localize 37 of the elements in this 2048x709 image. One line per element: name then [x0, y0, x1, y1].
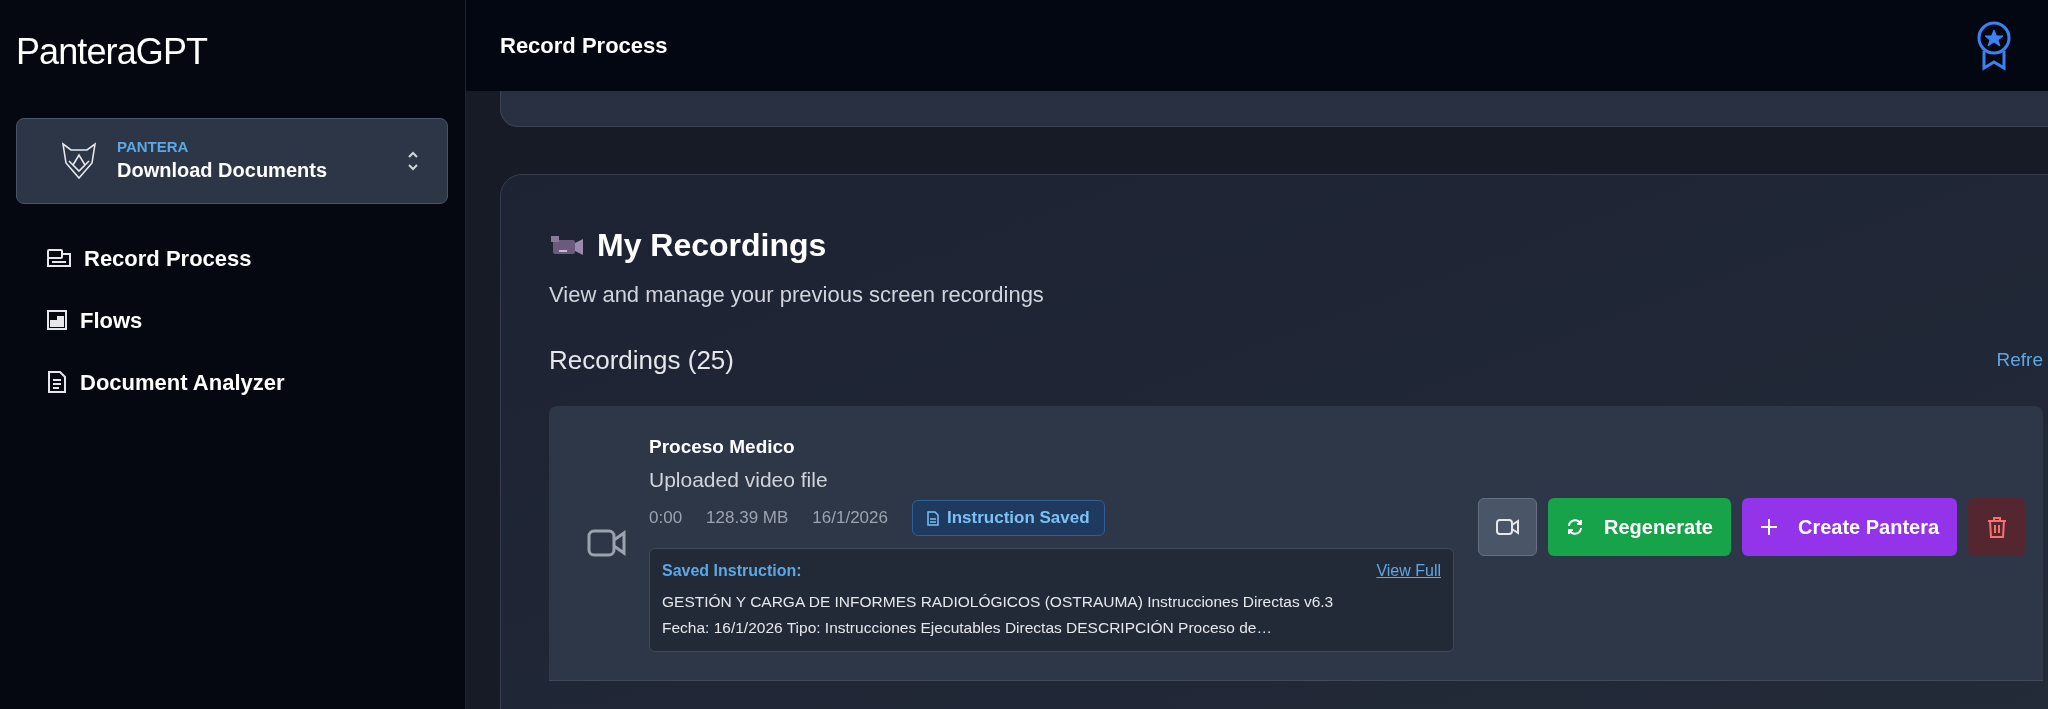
status-badge: Instruction Saved	[911, 500, 1105, 536]
fox-icon	[61, 141, 97, 181]
refresh-link[interactable]: Refre	[1996, 346, 2043, 375]
layout-icon	[46, 309, 68, 331]
file-icon	[926, 510, 939, 526]
section-subtitle: View and manage your previous screen recordings	[549, 281, 1045, 309]
view-full-link[interactable]: View Full	[1376, 559, 1441, 583]
keyboard-icon	[46, 247, 72, 269]
recording-name: Proceso Medico	[649, 435, 796, 459]
video-icon	[587, 528, 627, 558]
chevron-updown-icon	[407, 150, 419, 172]
nav-link[interactable]: Record Process	[84, 241, 252, 275]
recording-date: 16/1/2026	[812, 507, 888, 530]
app-logo: PanteraGPT	[16, 30, 209, 74]
recording-source: Uploaded video file	[649, 467, 829, 493]
document-icon	[46, 370, 68, 394]
instruction-label: Saved Instruction:	[662, 561, 802, 581]
video-button[interactable]	[1478, 498, 1537, 556]
workspace-selector[interactable]: PANTERA Download Documents	[16, 118, 448, 204]
trash-icon	[1986, 516, 2007, 538]
recording-duration: 0:00	[649, 507, 683, 530]
workspace-label: PANTERA	[117, 138, 190, 156]
create-pantera-button[interactable]: Create Pantera	[1741, 498, 1958, 556]
workspace-name: Download Documents	[117, 158, 328, 183]
instruction-text: Fecha: 16/1/2026 Tipo: Instrucciones Ejecutables Directas DESCRIPCIÓN Proceso de…	[662, 618, 1273, 638]
video-icon	[1495, 518, 1520, 536]
refresh-icon	[1566, 518, 1584, 536]
nav-link[interactable]: Flows	[80, 303, 143, 337]
instruction-text: GESTIÓN Y CARGA DE INFORMES RADIOLÓGICOS (OSTRAUMA) Instrucciones Directas v6.3	[662, 592, 1335, 612]
section-title: My Recordings	[597, 226, 827, 265]
page-title: Record Process	[500, 32, 668, 60]
recording-size: 128.39 MB	[706, 507, 789, 530]
recordings-count: Recordings (25)	[549, 344, 734, 377]
award-badge-icon[interactable]	[1976, 19, 2012, 72]
nav-link[interactable]: Document Analyzer	[80, 365, 285, 399]
plus-icon	[1759, 518, 1778, 536]
delete-button[interactable]	[1968, 498, 2026, 556]
